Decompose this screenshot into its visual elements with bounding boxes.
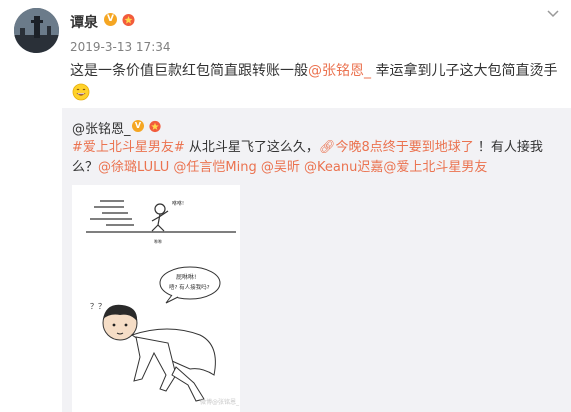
mention-link[interactable]: @徐璐LULU bbox=[98, 160, 169, 175]
verified-icon: V bbox=[104, 13, 117, 26]
mention-link[interactable]: @任言恺Ming bbox=[173, 160, 256, 175]
repost-text: #爱上北斗星男友# 从北斗星飞了这么久，🔗︎今晚8点终于要到地球了 ！有人接我么… bbox=[72, 138, 567, 178]
link-icon: 🔗︎ bbox=[318, 140, 336, 155]
chevron-down-icon[interactable] bbox=[546, 9, 560, 19]
question-marks: ？？ bbox=[90, 302, 106, 311]
cartoon-illustration: 咻咻! 咻咻 屁咻咻! 唔? 有人接我吗? ？？ 微博@张铭恩_ bbox=[86, 200, 240, 406]
author-avatar[interactable] bbox=[14, 8, 59, 53]
medal-icon bbox=[149, 120, 161, 133]
weibo-post: 谭泉 V 2019-3-13 17:34 这是一条价值巨款红包简直跟转账一般@张… bbox=[0, 0, 571, 412]
post-timestamp[interactable]: 2019-3-13 17:34 bbox=[70, 40, 171, 54]
image-watermark: 微博@张铭恩_ bbox=[200, 398, 240, 406]
post-text-part: 幸运拿到儿子这大包简直烫手 bbox=[371, 63, 558, 79]
mention-link[interactable]: @吴昕 bbox=[261, 160, 300, 175]
bubble-line1: 屁咻咻! bbox=[176, 273, 196, 281]
grin-emoji-icon bbox=[72, 83, 90, 101]
verified-icon: V bbox=[132, 120, 144, 132]
event-link[interactable]: 今晚8点终于要到地球了 bbox=[335, 140, 473, 155]
mention-link[interactable]: @Keanu迟嘉 bbox=[304, 160, 383, 175]
medal-icon bbox=[122, 14, 135, 26]
caption-small: 咻咻 bbox=[154, 238, 162, 244]
mention-link[interactable]: @爱上北斗星男友 bbox=[383, 160, 487, 175]
post-text-part: 这是一条价值巨款红包简直跟转账一般 bbox=[70, 63, 308, 79]
post-text: 这是一条价值巨款红包简直跟转账一般@张铭恩_ 幸运拿到儿子这大包简直烫手 bbox=[70, 60, 557, 80]
bubble-line2: 唔? 有人接我吗? bbox=[169, 283, 210, 291]
caption-top: 咻咻! bbox=[172, 200, 184, 207]
repost-card[interactable]: @张铭恩_ V #爱上北斗星男友# 从北斗星飞了这么久，🔗︎今晚8点终于要到地球… bbox=[62, 108, 571, 412]
repost-text-part: 从北斗星飞了这么久， bbox=[184, 140, 319, 155]
repost-image[interactable]: 咻咻! 咻咻 屁咻咻! 唔? 有人接我吗? ？？ 微博@张铭恩_ bbox=[72, 185, 240, 412]
hashtag-link[interactable]: #爱上北斗星男友# bbox=[72, 140, 185, 155]
repost-author[interactable]: @张铭恩_ bbox=[72, 118, 131, 137]
author-name[interactable]: 谭泉 bbox=[70, 12, 98, 32]
mention-link[interactable]: @张铭恩_ bbox=[308, 63, 371, 79]
